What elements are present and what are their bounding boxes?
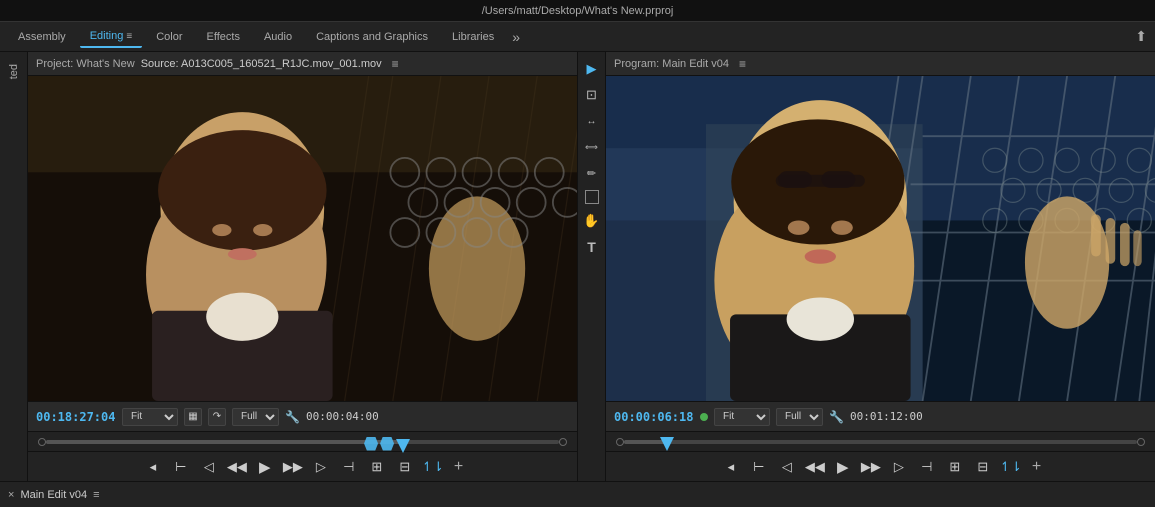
text-tool[interactable]: T: [583, 238, 601, 256]
source-scrubber-end-dot: [559, 438, 567, 446]
tools-panel: ▶ ⊡ ↔ ⟺ ✏ ✋ T: [578, 52, 606, 481]
pen-tool[interactable]: ✏: [583, 164, 601, 182]
rolling-edit-tool[interactable]: ⟺: [583, 138, 601, 156]
source-monitor: Project: What's New Source: A013C005_160…: [28, 52, 578, 481]
tab-libraries[interactable]: Libraries: [442, 27, 504, 47]
program-mark-in-btn[interactable]: ◂: [720, 456, 742, 478]
program-play-btn[interactable]: ▶: [832, 456, 854, 478]
ripple-edit-tool[interactable]: ↔: [583, 112, 601, 130]
program-scrubber-start-dot: [616, 438, 624, 446]
source-timecode: 00:18:27:04: [36, 410, 116, 424]
source-monitor-controls: 00:18:27:04 Fit 25% 50% 100% ▦ ↷ Full 1/…: [28, 401, 577, 431]
tab-assembly[interactable]: Assembly: [8, 27, 76, 47]
source-monitor-menu-icon[interactable]: ≡: [392, 57, 399, 71]
source-prev-frame-btn[interactable]: ◁: [198, 456, 220, 478]
workspace-tabs-bar: Assembly Editing ≡ Color Effects Audio C…: [0, 22, 1155, 52]
tab-effects[interactable]: Effects: [197, 27, 250, 47]
workspace-overflow-btn[interactable]: »: [512, 29, 520, 45]
source-out-marker: [380, 437, 394, 451]
source-step-back-btn[interactable]: ◀◀: [226, 456, 248, 478]
program-scrubber-end-dot: [1137, 438, 1145, 446]
left-strip-label: ted: [8, 64, 20, 79]
source-next-edit-btn[interactable]: ⊣: [338, 456, 360, 478]
program-overwrite-btn[interactable]: ⊟: [972, 456, 994, 478]
program-scrubber-track[interactable]: [624, 440, 1137, 444]
timeline-menu-icon[interactable]: ≡: [93, 489, 99, 501]
source-video-content: [28, 76, 577, 401]
program-timecode: 00:00:06:18: [614, 410, 694, 424]
export-button[interactable]: ⬆: [1135, 28, 1147, 45]
source-monitor-header: Project: What's New Source: A013C005_160…: [28, 52, 577, 76]
source-settings-icon[interactable]: 🔧: [285, 410, 300, 424]
source-end-timecode: 00:00:04:00: [306, 410, 379, 423]
program-monitor-label: Program: Main Edit v04: [614, 58, 729, 70]
program-quality-select[interactable]: Full 1/2 1/4: [776, 408, 823, 426]
timeline-panel: × Main Edit v04 ≡: [0, 481, 1155, 507]
source-zoom-select[interactable]: Fit 25% 50% 100%: [122, 408, 178, 426]
source-add-btn[interactable]: +: [454, 458, 463, 476]
source-video-svg: [28, 76, 577, 401]
select-tool[interactable]: ▶: [583, 60, 601, 78]
source-mark-in-btn[interactable]: ◂: [142, 456, 164, 478]
program-playhead: [660, 437, 674, 451]
program-add-btn[interactable]: +: [1032, 458, 1041, 476]
timeline-sequence-label: Main Edit v04: [20, 489, 87, 501]
program-settings-icon[interactable]: 🔧: [829, 410, 844, 424]
left-panel-strip: ted: [0, 52, 28, 481]
source-scrubber-area[interactable]: [28, 431, 577, 451]
program-status-dot: [700, 413, 708, 421]
program-video-frame: [606, 76, 1155, 401]
program-scrubber-area[interactable]: [606, 431, 1155, 451]
source-scrubber-track[interactable]: [46, 440, 559, 444]
project-path: /Users/matt/Desktop/What's New.prproj: [482, 5, 674, 17]
program-zoom-select[interactable]: Fit 25% 50% 100%: [714, 408, 770, 426]
source-play-btn[interactable]: ▶: [254, 456, 276, 478]
source-prev-edit-btn[interactable]: ⊢: [170, 456, 192, 478]
source-insert-clip-btn[interactable]: ⊞: [366, 456, 388, 478]
program-monitor-menu-icon[interactable]: ≡: [739, 57, 746, 71]
program-step-forward-btn[interactable]: ▶▶: [860, 456, 882, 478]
program-prev-frame-btn[interactable]: ◁: [776, 456, 798, 478]
program-prev-edit-btn[interactable]: ⊢: [748, 456, 770, 478]
program-lift-btn[interactable]: ↿⇂: [1000, 456, 1022, 478]
source-safe-margins-btn[interactable]: ▦: [184, 408, 202, 426]
source-next-frame-btn[interactable]: ▷: [310, 456, 332, 478]
program-end-timecode: 00:01:12:00: [850, 410, 923, 423]
tab-editing[interactable]: Editing ≡: [80, 26, 143, 48]
source-project-label: Project: What's New: [36, 58, 135, 70]
source-step-forward-btn[interactable]: ▶▶: [282, 456, 304, 478]
tab-captions[interactable]: Captions and Graphics: [306, 27, 438, 47]
title-bar: /Users/matt/Desktop/What's New.prproj: [0, 0, 1155, 22]
program-next-frame-btn[interactable]: ▷: [888, 456, 910, 478]
program-monitor-controls: 00:00:06:18 Fit 25% 50% 100% Full 1/2 1/…: [606, 401, 1155, 431]
source-video-frame: [28, 76, 577, 401]
program-monitor: Program: Main Edit v04 ≡: [606, 52, 1155, 481]
program-video-content: [606, 76, 1155, 401]
source-playhead: [396, 439, 410, 453]
program-playback-controls: ◂ ⊢ ◁ ◀◀ ▶ ▶▶ ▷ ⊣ ⊞ ⊟ ↿⇂ +: [606, 451, 1155, 481]
source-playback-controls: ◂ ⊢ ◁ ◀◀ ▶ ▶▶ ▷ ⊣ ⊞ ⊟ ↿⇂ +: [28, 451, 577, 481]
source-quality-select[interactable]: Full 1/2 1/4: [232, 408, 279, 426]
program-step-back-btn[interactable]: ◀◀: [804, 456, 826, 478]
source-file-label[interactable]: Source: A013C005_160521_R1JC.mov_001.mov: [141, 58, 382, 70]
panels-area: ted Project: What's New Source: A013C005…: [0, 52, 1155, 481]
source-in-marker: [364, 437, 378, 451]
program-next-edit-btn[interactable]: ⊣: [916, 456, 938, 478]
timeline-close-btn[interactable]: ×: [8, 489, 14, 501]
tab-color[interactable]: Color: [146, 27, 192, 47]
program-insert-clip-btn[interactable]: ⊞: [944, 456, 966, 478]
source-scrubber-start-dot: [38, 438, 46, 446]
tab-audio[interactable]: Audio: [254, 27, 302, 47]
source-insert-btn[interactable]: ↷: [208, 408, 226, 426]
source-lift-btn[interactable]: ↿⇂: [422, 456, 444, 478]
program-video-svg: [606, 76, 1155, 401]
editing-tab-menu[interactable]: ≡: [126, 31, 132, 42]
track-select-forward-tool[interactable]: ⊡: [583, 86, 601, 104]
hand-tool[interactable]: ✋: [583, 212, 601, 230]
program-monitor-header: Program: Main Edit v04 ≡: [606, 52, 1155, 76]
source-overwrite-btn[interactable]: ⊟: [394, 456, 416, 478]
rect-tool[interactable]: [585, 190, 599, 204]
